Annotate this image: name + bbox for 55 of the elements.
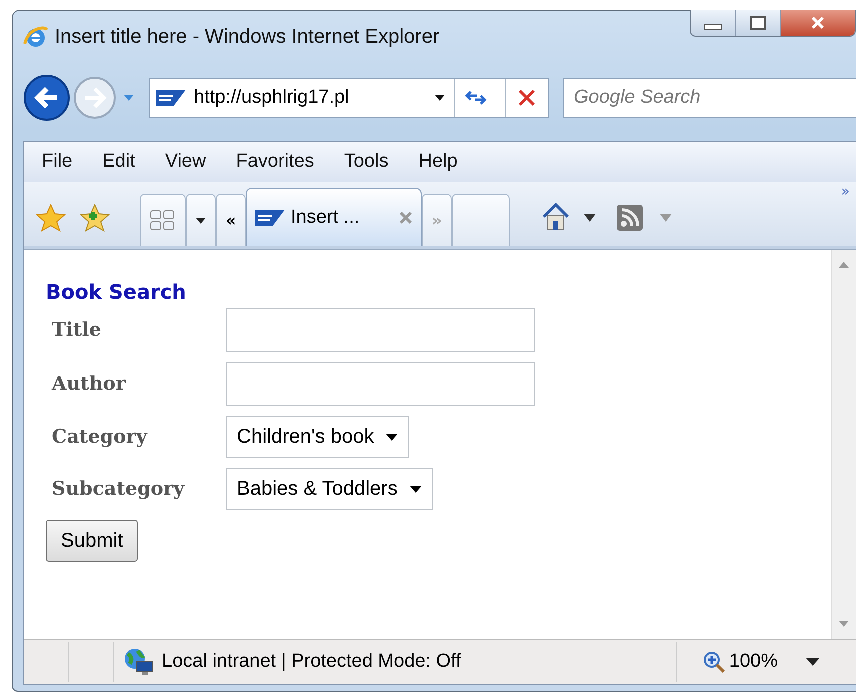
dropdown-icon — [386, 434, 398, 440]
window-title: Insert title here - Windows Internet Explorer — [55, 26, 441, 48]
dropdown[interactable]: Children's book — [226, 416, 410, 458]
site-logo-icon — [156, 90, 186, 106]
address-field[interactable]: http://usphlrig17.pl — [149, 78, 549, 118]
search-field[interactable]: Google Search — [563, 78, 856, 118]
add-favorite-icon[interactable] — [80, 204, 110, 232]
tab-list-button[interactable] — [186, 194, 216, 246]
tab-label: Insert ... — [291, 206, 361, 228]
maximize-button[interactable] — [736, 10, 781, 36]
tab[interactable]: Insert ... — [246, 188, 422, 246]
page-heading: Book Search — [46, 280, 188, 304]
dropdown[interactable]: Babies & Toddlers — [226, 468, 433, 510]
field-label: Author — [52, 373, 128, 395]
intranet-icon — [124, 648, 154, 676]
grid-icon — [150, 210, 176, 232]
dropdown-icon — [410, 486, 422, 492]
minimize-button[interactable] — [691, 10, 736, 36]
field-label: Subcategory — [52, 478, 186, 500]
feed-icon[interactable] — [616, 204, 644, 232]
close-button[interactable] — [781, 10, 855, 36]
zoom-icon — [703, 651, 726, 673]
menu-item[interactable]: Help — [418, 151, 458, 173]
dropdown-icon — [196, 218, 206, 224]
scroll-down-icon[interactable] — [839, 621, 849, 627]
text-field[interactable] — [226, 308, 535, 352]
text-field[interactable] — [226, 362, 535, 406]
more-tools-button[interactable]: » — [841, 184, 850, 200]
dropdown-icon[interactable] — [584, 214, 596, 222]
menu-item[interactable]: Tools — [344, 151, 389, 173]
scroll-tabs-button[interactable]: « — [216, 194, 246, 246]
field-label: Category — [52, 426, 149, 448]
back-icon[interactable] — [23, 74, 71, 122]
close-icon — [810, 16, 826, 30]
dropdown-icon[interactable] — [806, 658, 820, 666]
star-icon[interactable] — [36, 204, 66, 232]
dropdown-icon[interactable] — [434, 94, 446, 102]
menu-item[interactable]: File — [42, 151, 73, 173]
quick-tabs-button[interactable] — [140, 194, 186, 246]
site-logo-icon — [255, 210, 285, 226]
status-text: Local intranet | Protected Mode: Off — [162, 651, 462, 673]
new-tab-button[interactable] — [452, 194, 510, 246]
scroll-up-icon[interactable] — [839, 262, 849, 268]
field-label: Title — [52, 319, 102, 341]
zoom-button[interactable]: 100% — [676, 642, 778, 682]
close-icon[interactable] — [399, 210, 413, 224]
menu-item[interactable]: Favorites — [236, 151, 314, 173]
menu-item[interactable]: Edit — [102, 151, 136, 173]
home-icon[interactable] — [540, 202, 572, 232]
browser-logo-icon — [23, 24, 49, 50]
scrollbar[interactable] — [831, 250, 856, 639]
stop-icon — [518, 89, 536, 107]
submit-button[interactable]: Submit — [46, 520, 138, 562]
menu-item[interactable]: View — [165, 151, 206, 173]
address-text: http://usphlrig17.pl — [194, 87, 350, 109]
